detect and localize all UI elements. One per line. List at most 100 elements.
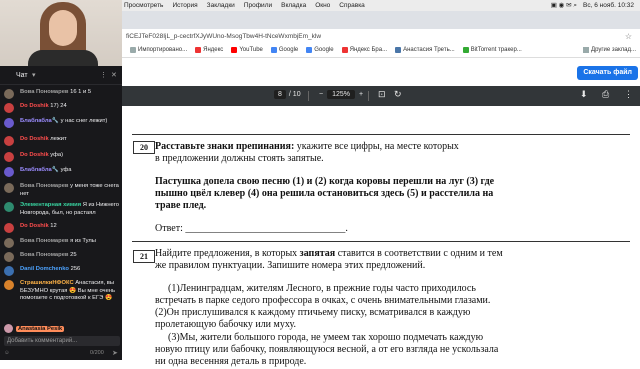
fit-page-icon[interactable]: ⊡ — [378, 89, 386, 100]
chat-message: Do Doshik лежит — [20, 136, 120, 144]
page-rule — [132, 241, 630, 242]
chat-message-text: уфа) — [50, 152, 64, 158]
chat-message-text: у нас снег лежит) — [60, 118, 108, 124]
chat-message-author[interactable]: Do Doshik — [20, 223, 49, 229]
download-icon[interactable]: ⬇ — [580, 89, 588, 100]
zoom-out-button[interactable]: − — [319, 91, 323, 98]
chat-message: Блаблабла🔧 уфа — [20, 167, 120, 175]
question-number-21: 21 — [133, 250, 155, 263]
chat-message-text: 256 — [70, 266, 81, 272]
bookmark-item[interactable]: Яндекс — [195, 47, 223, 53]
current-page-input[interactable]: 8 — [274, 90, 286, 99]
bookmark-item[interactable]: Импортировано... — [130, 47, 187, 53]
drive-toolbar: Скачать файл — [122, 58, 640, 86]
webcam-person-body — [28, 50, 98, 66]
question-21-instruction: Найдите предложения, в которых запятая с… — [155, 248, 503, 259]
pdf-toolbar: 8 / 10 − 125% + ⊡ ↻ ⬇ ⎙ ⋮ — [122, 86, 640, 106]
chat-header: Чат ▾ ⋮ ✕ — [0, 66, 122, 85]
text-paragraph-line: ни одна весенняя деталь в природе. — [155, 356, 307, 367]
bookmark-item[interactable]: Анастасия Треть... — [395, 47, 455, 53]
chat-message-author[interactable]: Do Doshik — [20, 103, 49, 109]
chevron-down-icon[interactable]: ▾ — [32, 71, 36, 79]
google-icon — [306, 47, 313, 53]
question-20-instruction-line2: в предложении должны стоять запятые. — [155, 153, 324, 164]
chat-message: Блаблабла🔧 у нас снег лежит) — [20, 118, 120, 126]
chat-message-author[interactable]: Вова Пономарев — [20, 89, 69, 95]
total-pages: / 10 — [288, 91, 301, 98]
toolbar-divider — [368, 91, 369, 101]
chat-message-text: уфа — [60, 167, 72, 173]
avatar — [4, 324, 13, 333]
chat-message-author[interactable]: Блаблабла🔧 — [20, 118, 59, 124]
menu-item-tab[interactable]: Вкладка — [281, 2, 306, 9]
chat-message-author[interactable]: СтрашилкиНФОКС — [20, 280, 74, 286]
chat-message-author[interactable]: Danil Domchenko — [20, 266, 69, 272]
chat-message: Вова Пономарев у меня тоже снега нет — [20, 183, 120, 198]
chat-message-author[interactable]: Вова Пономарев — [20, 252, 69, 258]
menu-item-window[interactable]: Окно — [315, 2, 330, 9]
menu-item-profiles[interactable]: Профили — [244, 2, 272, 9]
question-20-sentence-line1: Пастушка допела свою песню (1) и (2) ког… — [155, 176, 495, 187]
avatar — [4, 202, 14, 212]
send-icon[interactable]: ➤ — [112, 349, 118, 357]
bookmark-item[interactable]: Google — [270, 47, 298, 53]
text-paragraph-line: (2)Он прислушивался к каждому птичьему п… — [155, 307, 471, 318]
avatar — [4, 167, 14, 177]
menu-item-history[interactable]: История — [172, 2, 197, 9]
question-21-instruction-line2: же правилом пунктуации. Запишите номера … — [155, 260, 426, 271]
torrent-icon — [462, 47, 469, 53]
bookmark-item[interactable]: Google — [306, 47, 334, 53]
pdf-page: 20 Расставьте знаки препинания: укажите … — [122, 106, 640, 367]
vk-icon — [395, 47, 402, 53]
chat-message-author[interactable]: Вова Пономарев — [20, 183, 69, 189]
other-bookmarks[interactable]: Другие заклад... — [583, 47, 636, 53]
avatar — [4, 152, 14, 162]
zoom-input[interactable]: 125% — [327, 90, 355, 99]
bookmark-star-icon[interactable]: ☆ — [625, 32, 632, 41]
bookmark-item[interactable]: YouTube — [231, 47, 263, 53]
text-paragraph-line: пролетающую бабочку или муху. — [155, 319, 296, 330]
avatar — [4, 103, 14, 113]
chat-message: Do Doshik уфа) — [20, 152, 120, 160]
zoom-in-button[interactable]: + — [359, 91, 363, 98]
youtube-icon — [231, 47, 238, 53]
close-icon[interactable]: ✕ — [111, 71, 117, 79]
text-paragraph-line: (3)Мы, жители большого города, не умеем … — [168, 332, 484, 343]
print-icon[interactable]: ⎙ — [602, 89, 609, 100]
folder-icon — [130, 47, 136, 53]
current-user-row: Anastasia Pesik — [4, 324, 65, 333]
chat-message-author[interactable]: Элементарная химия — [20, 202, 81, 208]
chat-message-author[interactable]: Блаблабла🔧 — [20, 167, 59, 173]
avatar — [4, 252, 14, 262]
avatar — [4, 280, 14, 290]
avatar — [4, 136, 14, 146]
chat-message: Вова Пономарев я из Тулы — [20, 238, 120, 246]
question-number-20: 20 — [133, 141, 155, 154]
chat-message-text: лежит — [50, 136, 67, 142]
menu-item-bookmarks[interactable]: Закладки — [207, 2, 235, 9]
avatar — [4, 118, 14, 128]
more-menu-icon[interactable]: ⋮ — [100, 71, 107, 79]
chat-comment-input[interactable]: Добавить комментарий... — [4, 336, 120, 346]
page-indicator: 8 / 10 — [274, 90, 301, 99]
bookmark-item[interactable]: BitTorrent тракер... — [462, 47, 522, 53]
question-20-sentence-line2: пышно цвёл клевер (4) она решила останов… — [155, 188, 494, 199]
chat-message-text: 16 1 и 5 — [70, 89, 92, 95]
menu-item-help[interactable]: Справка — [339, 2, 365, 9]
url-text: fiCEJTeF028IjL_p-cectrfXJyWUno-MsogTbw4H… — [126, 32, 322, 40]
question-20-answer-line: Ответ: ________________________________. — [155, 223, 348, 234]
rotate-icon[interactable]: ↻ — [394, 89, 402, 100]
menu-item-view[interactable]: Просмотреть — [124, 2, 163, 9]
bookmark-item[interactable]: Яндекс Бра... — [341, 47, 387, 53]
chat-message-author[interactable]: Вова Пономарев — [20, 238, 69, 244]
chat-message-author[interactable]: Do Doshik — [20, 152, 49, 158]
text-paragraph-line: встречать в парке седого профессора в оч… — [155, 295, 491, 306]
emoji-icon[interactable]: ☺ — [4, 350, 10, 356]
address-bar[interactable]: fiCEJTeF028IjL_p-cectrfXJyWUno-MsogTbw4H… — [122, 29, 640, 43]
download-file-button[interactable]: Скачать файл — [577, 66, 638, 80]
more-menu-icon[interactable]: ⋮ — [624, 89, 633, 100]
avatar — [4, 183, 14, 193]
chat-message-author[interactable]: Do Doshik — [20, 136, 49, 142]
chat-title: Чат — [16, 71, 28, 79]
chat-message: Danil Domchenko 256 — [20, 266, 120, 274]
